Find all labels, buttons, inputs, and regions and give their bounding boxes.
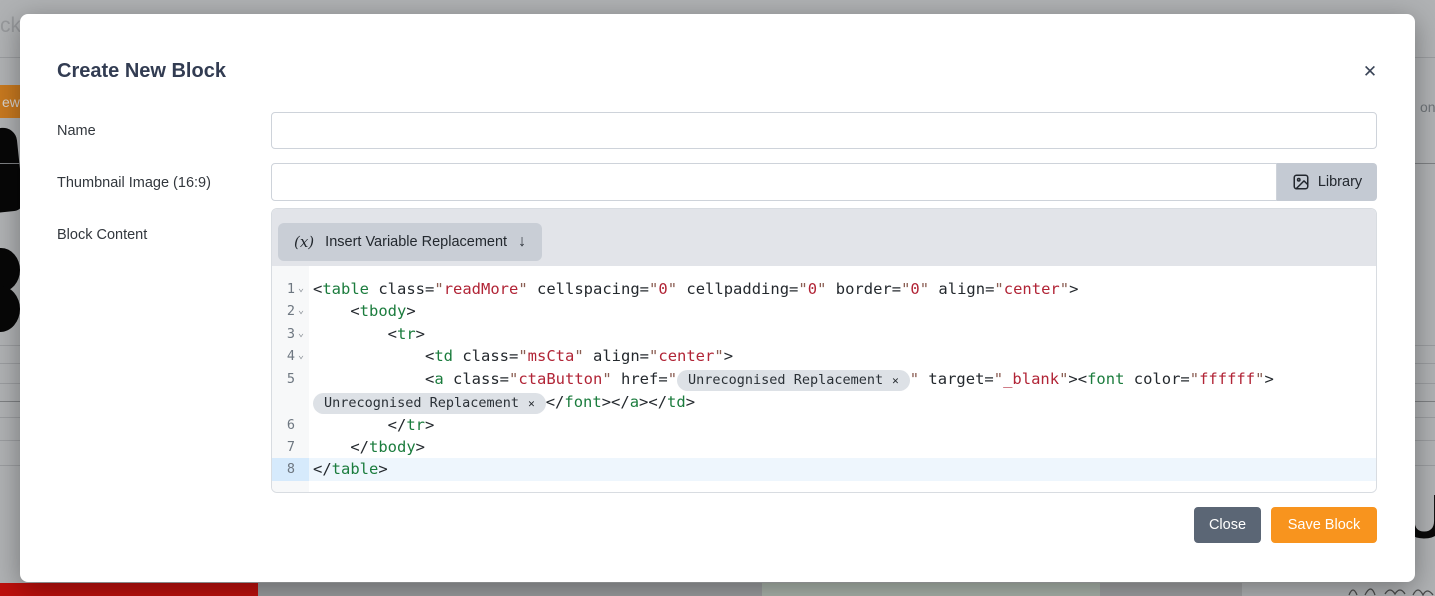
insert-variable-replacement-button[interactable]: (x) Insert Variable Replacement ↓: [278, 223, 542, 261]
code-text[interactable]: </tbody>: [309, 436, 1376, 458]
fold-chevron-icon[interactable]: ⌄: [295, 300, 307, 322]
line-number: 1⌄: [272, 278, 309, 300]
backdrop-red-thumbnail: [0, 583, 258, 596]
line-number: 3⌄: [272, 323, 309, 345]
close-button[interactable]: Close: [1194, 507, 1261, 543]
editor-toolbar: (x) Insert Variable Replacement ↓: [272, 209, 1376, 266]
thumbnail-input[interactable]: [271, 163, 1277, 201]
fold-chevron-icon[interactable]: ⌄: [295, 345, 307, 367]
name-label: Name: [57, 123, 96, 139]
code-line[interactable]: 3⌄ <tr>: [272, 323, 1376, 345]
line-number: 8: [272, 458, 309, 480]
backdrop-gray-thumbnail: [1100, 583, 1242, 596]
code-text[interactable]: </table>: [309, 458, 1376, 480]
save-block-button[interactable]: Save Block: [1271, 507, 1377, 543]
fold-chevron-icon[interactable]: ⌄: [295, 278, 307, 300]
create-new-block-modal: Create New Block ✕ Name Thumbnail Image …: [20, 14, 1415, 582]
code-lines[interactable]: 1⌄<table class="readMore" cellspacing="0…: [272, 266, 1376, 493]
line-number: 2⌄: [272, 300, 309, 322]
chevron-down-icon: ↓: [518, 233, 526, 251]
line-number: 7: [272, 436, 309, 458]
library-button-label: Library: [1318, 174, 1362, 190]
insert-variable-replacement-label: Insert Variable Replacement: [325, 234, 507, 250]
code-text[interactable]: <table class="readMore" cellspacing="0" …: [309, 278, 1376, 300]
code-line[interactable]: 5 <a class="ctaButton" href="Unrecognise…: [272, 368, 1376, 414]
backdrop-action-header-fragment: on: [1420, 99, 1435, 115]
code-line[interactable]: 2⌄ <tbody>: [272, 300, 1376, 322]
variable-icon: (x): [294, 233, 314, 251]
fold-chevron-icon[interactable]: ⌄: [295, 323, 307, 345]
remove-replacement-icon[interactable]: ✕: [528, 393, 535, 414]
close-icon[interactable]: ✕: [1356, 58, 1384, 86]
line-number: 4⌄: [272, 345, 309, 367]
code-text[interactable]: <tr>: [309, 323, 1376, 345]
code-line[interactable]: 7 </tbody>: [272, 436, 1376, 458]
library-button[interactable]: Library: [1277, 163, 1377, 201]
name-input[interactable]: [271, 112, 1377, 149]
remove-replacement-icon[interactable]: ✕: [892, 370, 899, 391]
backdrop-green-thumbnail: [762, 583, 1100, 596]
block-content-editor: (x) Insert Variable Replacement ↓ 1⌄<tab…: [271, 208, 1377, 493]
backdrop-gray-thumbnail: [258, 583, 762, 596]
code-line[interactable]: 4⌄ <td class="msCta" align="center">: [272, 345, 1376, 367]
image-icon: [1292, 173, 1310, 191]
thumbnail-label: Thumbnail Image (16:9): [57, 175, 211, 191]
code-line[interactable]: 6 </tr>: [272, 414, 1376, 436]
code-text[interactable]: </tr>: [309, 414, 1376, 436]
variable-replacement-pill[interactable]: Unrecognised Replacement ✕: [313, 393, 546, 414]
code-text[interactable]: <td class="msCta" align="center">: [309, 345, 1376, 367]
backdrop-thumbnail-shape: [0, 286, 20, 332]
block-content-label: Block Content: [57, 227, 147, 243]
code-line[interactable]: 1⌄<table class="readMore" cellspacing="0…: [272, 278, 1376, 300]
pill-label: Unrecognised Replacement: [688, 370, 883, 391]
backdrop-doodle-thumbnail: [1345, 583, 1435, 596]
pill-label: Unrecognised Replacement: [324, 393, 519, 414]
code-text[interactable]: <a class="ctaButton" href="Unrecognised …: [309, 368, 1376, 414]
modal-title: Create New Block: [57, 60, 226, 83]
code-line[interactable]: 8</table>: [272, 458, 1376, 480]
line-number: 6: [272, 414, 309, 436]
variable-replacement-pill[interactable]: Unrecognised Replacement ✕: [677, 370, 910, 391]
code-text[interactable]: <tbody>: [309, 300, 1376, 322]
line-number: 5: [272, 368, 309, 390]
